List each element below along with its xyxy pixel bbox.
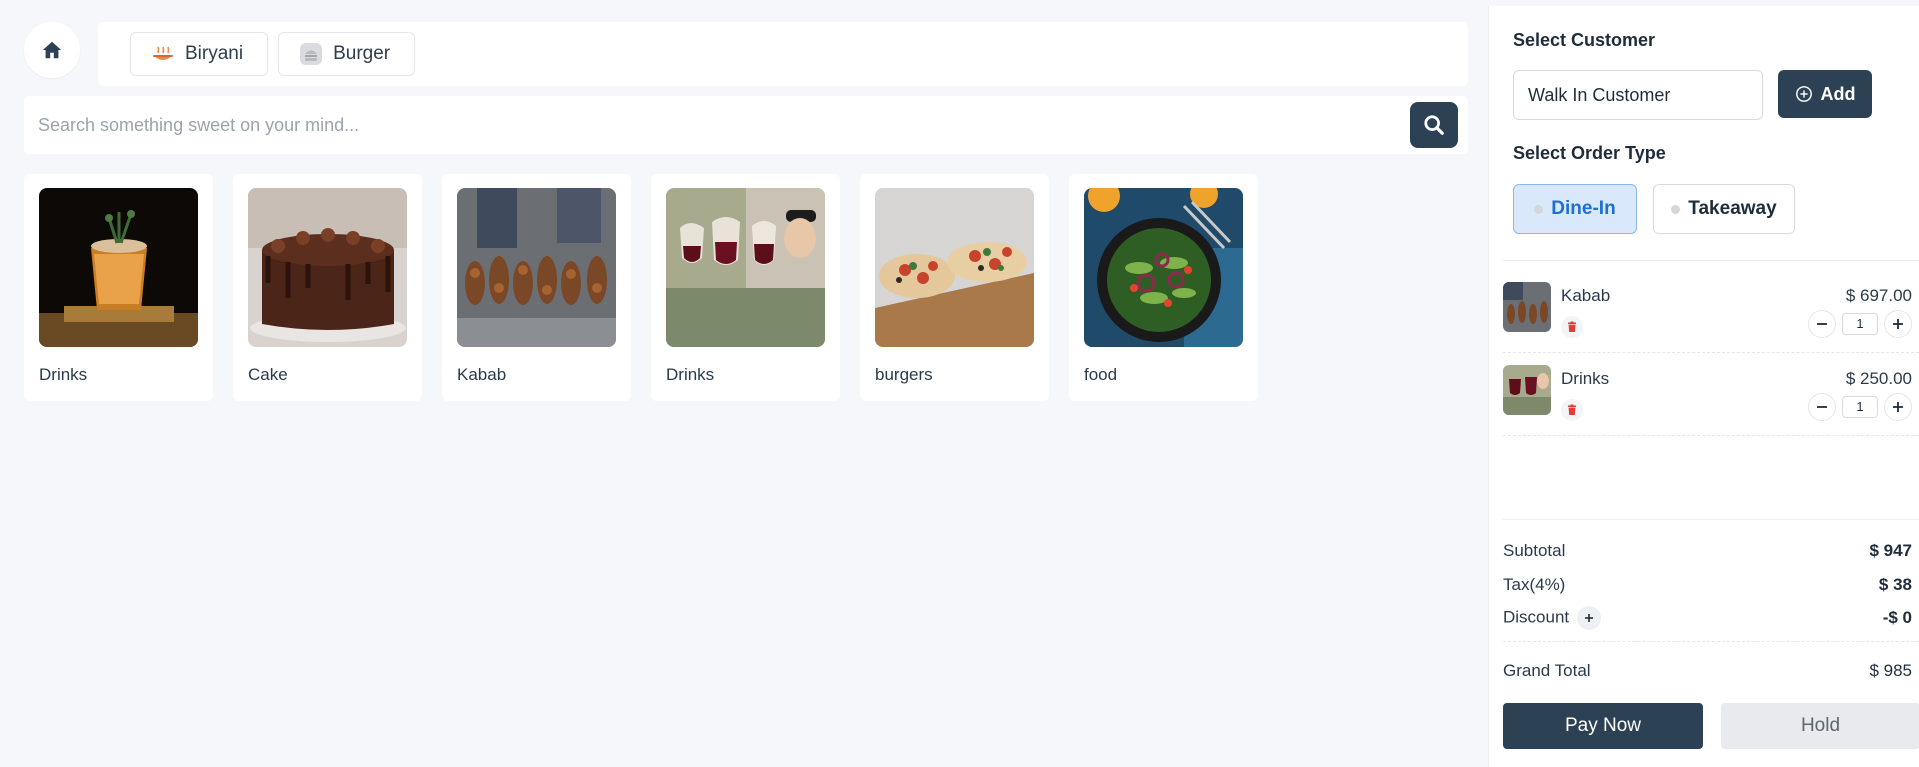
kabab-skewers-photo: [457, 188, 616, 347]
category-chip-label: Biryani: [185, 43, 244, 64]
category-chip-biryani[interactable]: Biryani: [130, 32, 269, 76]
product-card[interactable]: burgers: [860, 174, 1049, 401]
trash-icon: [1568, 321, 1576, 332]
quantity-stepper: 1: [1808, 393, 1912, 421]
decrease-qty-button[interactable]: [1808, 393, 1836, 421]
minus-icon: [1817, 323, 1827, 325]
pay-now-button[interactable]: Pay Now: [1503, 703, 1703, 749]
minus-icon: [1817, 406, 1827, 408]
product-card[interactable]: Drinks: [651, 174, 840, 401]
order-panel: Select Customer Add Select Order Type Di…: [1488, 6, 1919, 767]
order-type-dine-in[interactable]: Dine-In: [1513, 184, 1637, 234]
radio-dot-icon: [1671, 204, 1681, 214]
product-name: burgers: [875, 365, 933, 384]
plus-icon: [1585, 614, 1594, 622]
hold-button[interactable]: Hold: [1721, 703, 1919, 749]
add-button-label: Add: [1820, 83, 1856, 104]
pos-app: Biryani Burger Search something sweet on…: [0, 0, 1919, 767]
product-name: Cake: [248, 365, 288, 384]
quantity-stepper: 1: [1808, 310, 1912, 338]
burger-icon: [299, 42, 323, 66]
home-icon: [42, 41, 62, 59]
product-name: food: [1084, 365, 1118, 384]
radio-dot-icon: [1534, 204, 1544, 214]
drink-glass-photo: [39, 188, 198, 347]
category-chip-label: Burger: [333, 43, 391, 64]
cart-item-name: Kabab: [1561, 286, 1611, 305]
chocolate-cake-photo: [248, 188, 407, 347]
cart-item-price: $ 250.00: [1845, 369, 1912, 388]
increase-qty-button[interactable]: [1884, 393, 1912, 421]
grand-total-value: $ 985: [1869, 661, 1912, 680]
grand-total-row: Grand Total $ 985: [1503, 661, 1912, 681]
quantity-value[interactable]: 1: [1842, 396, 1878, 418]
product-name: Drinks: [666, 365, 715, 384]
search-button[interactable]: [1410, 102, 1458, 148]
subtotal-row: Subtotal $ 947: [1503, 541, 1912, 561]
subtotal-label: Subtotal: [1503, 541, 1566, 560]
order-type-takeaway[interactable]: Takeaway: [1653, 184, 1795, 234]
biryani-icon: [151, 42, 175, 66]
product-name: Drinks: [39, 365, 88, 384]
product-card[interactable]: Cake: [233, 174, 422, 401]
category-chip-burger[interactable]: Burger: [278, 32, 416, 76]
grand-total-label: Grand Total: [1503, 661, 1591, 680]
customer-input[interactable]: [1513, 70, 1763, 120]
order-type-label-text: Dine-In: [1551, 198, 1616, 219]
add-discount-button[interactable]: [1577, 606, 1602, 630]
subtotal-value: $ 947: [1869, 541, 1912, 560]
quantity-value[interactable]: 1: [1842, 313, 1878, 335]
divider: [1503, 641, 1919, 642]
product-card[interactable]: Drinks: [24, 174, 213, 401]
divider: [1503, 435, 1919, 436]
search-icon: [1424, 115, 1444, 135]
discount-label: Discount: [1503, 607, 1570, 627]
delete-item-button[interactable]: [1561, 399, 1583, 421]
discount-value: -$ 0: [1882, 608, 1912, 627]
divider: [1503, 260, 1919, 261]
cart-item-name: Drinks: [1561, 369, 1610, 388]
discount-row: Discount -$ 0: [1503, 606, 1912, 630]
select-customer-label: Select Customer: [1513, 30, 1656, 50]
drinks-thumbnail: [1503, 365, 1551, 415]
divider: [1503, 519, 1919, 520]
product-card[interactable]: Kabab: [442, 174, 631, 401]
cart-item: Drinks $ 250.00 1: [1503, 351, 1919, 433]
tax-value: $ 38: [1878, 575, 1912, 594]
tax-row: Tax(4%) $ 38: [1503, 575, 1912, 595]
add-customer-button[interactable]: Add: [1778, 70, 1872, 118]
wine-glasses-photo: [666, 188, 825, 347]
cart-item: Kabab $ 697.00 1: [1503, 268, 1919, 350]
search-input[interactable]: [38, 96, 1410, 154]
home-button[interactable]: [24, 22, 80, 78]
decrease-qty-button[interactable]: [1808, 310, 1836, 338]
product-grid: Drinks Cake Kabab Drinks burgers food: [24, 174, 1258, 401]
kabab-thumbnail: [1503, 282, 1551, 332]
trash-icon: [1568, 404, 1576, 415]
tax-label: Tax(4%): [1503, 575, 1566, 594]
plus-icon: [1893, 319, 1903, 329]
salad-bowl-photo: [1084, 188, 1243, 347]
increase-qty-button[interactable]: [1884, 310, 1912, 338]
order-type-label: Select Order Type: [1513, 143, 1666, 163]
product-name: Kabab: [457, 365, 507, 384]
cart-item-price: $ 697.00: [1845, 286, 1912, 305]
product-card[interactable]: food: [1069, 174, 1258, 401]
order-type-label-text: Takeaway: [1688, 198, 1777, 219]
search-bar: [24, 96, 1468, 154]
category-bar: Biryani Burger: [98, 22, 1468, 86]
bruschetta-photo: [875, 188, 1034, 347]
plus-circle-icon: [1795, 86, 1812, 102]
plus-icon: [1893, 402, 1903, 412]
delete-item-button[interactable]: [1561, 316, 1583, 338]
